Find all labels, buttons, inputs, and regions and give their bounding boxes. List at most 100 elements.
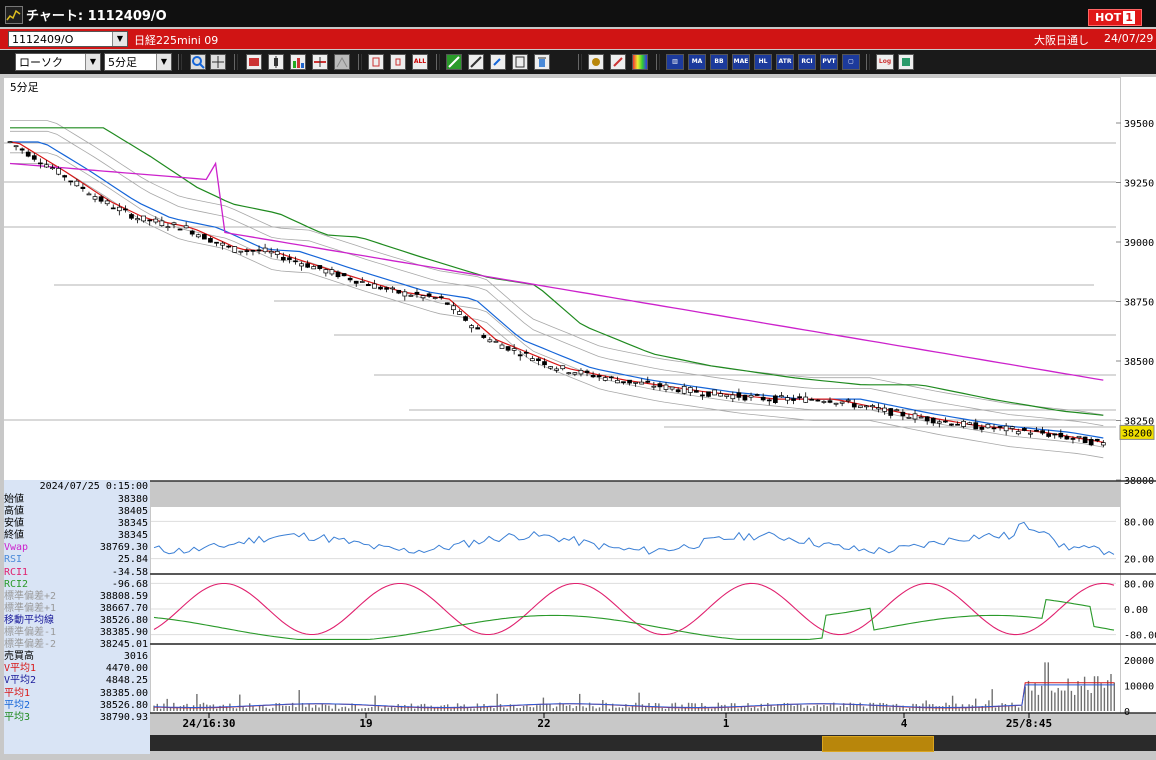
candle-body [1046, 433, 1052, 437]
tool-icon[interactable] [610, 54, 626, 70]
rci-axis-label: 80.00 [1124, 579, 1154, 590]
chevron-down-icon[interactable]: ▼ [112, 32, 127, 46]
chevron-down-icon[interactable]: ▼ [85, 54, 100, 70]
stamp-icon[interactable] [246, 54, 262, 70]
price-axis-label: 38750 [1124, 298, 1154, 309]
hl-button[interactable]: HL [754, 54, 772, 70]
info-timestamp: 2024/07/25 0:15:00 [39, 481, 148, 492]
info-row: 終値 38345 [4, 530, 150, 542]
mae-button[interactable]: MAE [732, 54, 750, 70]
candle-wide-icon[interactable] [368, 54, 384, 70]
rsi-panel [151, 507, 1120, 573]
log-button[interactable]: Log [876, 54, 894, 70]
candle-body [372, 283, 377, 289]
candle-body [353, 280, 359, 284]
info-value: -96.68 [111, 578, 148, 590]
candle-body [299, 263, 304, 267]
toolbar-separator [234, 54, 238, 70]
color-palette-icon[interactable] [632, 54, 648, 70]
info-row: 売買高 3016 [4, 651, 150, 663]
candle-body [736, 392, 742, 398]
horizontal-scrollbar[interactable] [150, 735, 1156, 752]
candle-body [1015, 431, 1021, 435]
info-row: RCI1 -34.58 [4, 567, 150, 579]
candle-body [845, 399, 851, 402]
candle-body [1088, 439, 1094, 446]
settings-icon[interactable] [588, 54, 604, 70]
chart-svg[interactable]: 5分足3950039250390003875038500382503800038… [4, 77, 1156, 735]
info-value: 38385.90 [99, 627, 148, 639]
zoom-icon[interactable] [190, 54, 206, 70]
candle-body [924, 416, 930, 422]
candle-body [779, 395, 784, 398]
candle-body [1034, 429, 1039, 432]
window-icon[interactable]: ▢ [842, 54, 860, 70]
crosshair-icon[interactable] [210, 54, 226, 70]
chart-type-select[interactable]: ローソク ▼ [15, 53, 101, 71]
candle-body [572, 372, 578, 375]
x-axis-label: 19 [359, 717, 372, 730]
price-panel [4, 78, 1120, 481]
candle-body [973, 422, 979, 430]
chevron-down-icon[interactable]: ▼ [156, 54, 171, 70]
candle-body [615, 380, 620, 384]
export-icon[interactable] [898, 54, 914, 70]
candle-body [985, 423, 991, 429]
candle-body [189, 230, 195, 235]
candle-body [323, 269, 329, 274]
candle-body [202, 234, 207, 240]
disabled-tool-icon [334, 54, 350, 70]
candle-body [821, 401, 827, 403]
candle-body [864, 405, 869, 408]
scrollbar-thumb[interactable] [822, 736, 934, 752]
info-value: 38769.30 [99, 542, 148, 554]
candle-narrow-icon[interactable] [390, 54, 406, 70]
candle-body [329, 269, 335, 275]
candle-body [590, 374, 596, 378]
symbol-code-select[interactable]: 1112409/O ▼ [8, 31, 128, 47]
candle-body [809, 398, 815, 401]
info-row: 標準偏差-1 38385.90 [4, 627, 150, 639]
info-label: 平均1 [4, 687, 31, 699]
atr-button[interactable]: ATR [776, 54, 794, 70]
info-label: V平均1 [4, 663, 37, 675]
info-value: 38245.01 [99, 639, 148, 651]
rci-button[interactable]: RCI [798, 54, 816, 70]
candle-body [123, 208, 128, 211]
candle-icon[interactable] [268, 54, 284, 70]
candle-body [475, 327, 481, 330]
candle-body [930, 417, 936, 424]
bb-button[interactable]: BB [710, 54, 728, 70]
candle-body [56, 168, 61, 175]
volume-axis-label: 0 [1124, 707, 1130, 718]
candle-body [378, 286, 383, 290]
bar-chart-icon[interactable] [290, 54, 306, 70]
arrow-tool-icon[interactable] [490, 54, 506, 70]
candle-body [44, 164, 49, 168]
trendline-icon[interactable] [468, 54, 484, 70]
ma-button[interactable]: MA [688, 54, 706, 70]
chart-area[interactable]: 5分足 39500 39250 39000 38750 38500 38250 38000 38… [4, 77, 1156, 735]
candle-body [86, 193, 92, 196]
candle-body [287, 257, 292, 260]
candle-body [390, 287, 396, 290]
trash-icon[interactable] [534, 54, 550, 70]
info-label: 移動平均線 [4, 614, 54, 626]
pvt-button[interactable]: PVT [820, 54, 838, 70]
candle-body [110, 207, 116, 210]
draw-line-icon[interactable] [446, 54, 462, 70]
all-icon[interactable]: ALL [412, 54, 428, 70]
split-chart-icon[interactable] [312, 54, 328, 70]
hot-button[interactable]: HOT 1 [1088, 9, 1142, 26]
candle-body [311, 266, 317, 270]
window-titlebar: チャート: 1112409/O HOT 1 [0, 0, 1156, 27]
info-row: Vwap 38769.30 [4, 542, 150, 554]
candle-body [159, 220, 165, 226]
toolbar-indicator-icon[interactable]: ▥ [666, 54, 684, 70]
info-row: 移動平均線 38526.80 [4, 615, 150, 627]
period-select[interactable]: 5分足 ▼ [104, 53, 172, 71]
candle-body [38, 162, 43, 165]
info-label: 標準偏差-2 [4, 639, 57, 651]
copy-icon[interactable] [512, 54, 528, 70]
candle-body [718, 393, 724, 397]
